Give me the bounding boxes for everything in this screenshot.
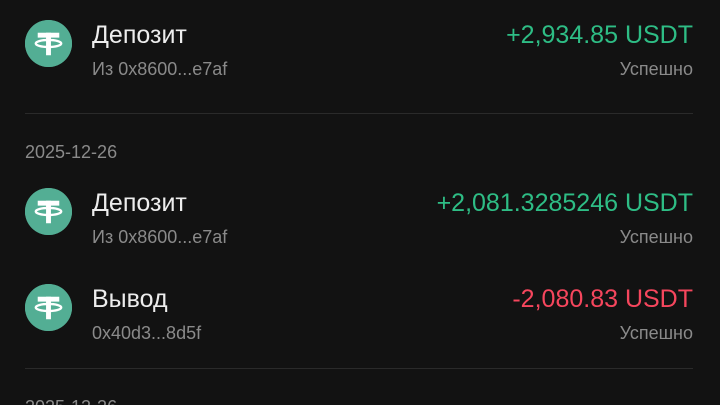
transaction-address: 0x40d3...8d5f <box>92 323 202 343</box>
transaction-address: Из 0x8600...e7af <box>92 59 228 79</box>
usdt-icon <box>25 284 72 331</box>
transaction-row[interactable]: Депозит Из 0x8600...e7af +2,934.85 USDT … <box>0 20 720 100</box>
transaction-amount: +2,934.85 USDT <box>506 21 693 49</box>
date-header: 2025-12-26 <box>25 396 117 405</box>
transaction-amount: -2,080.83 USDT <box>512 285 693 313</box>
section-divider <box>25 368 693 369</box>
transaction-history-screen: Депозит Из 0x8600...e7af +2,934.85 USDT … <box>0 0 720 405</box>
transaction-amount: +2,081.3285246 USDT <box>436 189 693 217</box>
transaction-row[interactable]: Депозит Из 0x8600...e7af +2,081.3285246 … <box>0 188 720 268</box>
transaction-status: Успешно <box>619 323 693 343</box>
usdt-icon <box>25 20 72 67</box>
transaction-row[interactable]: Вывод 0x40d3...8d5f -2,080.83 USDT Успеш… <box>0 284 720 364</box>
transaction-type: Депозит <box>92 189 187 217</box>
transaction-status: Успешно <box>619 59 693 79</box>
transaction-address: Из 0x8600...e7af <box>92 227 228 247</box>
transaction-status: Успешно <box>619 227 693 247</box>
section-divider <box>25 113 693 114</box>
transaction-type: Депозит <box>92 21 187 49</box>
transaction-type: Вывод <box>92 285 168 313</box>
usdt-icon <box>25 188 72 235</box>
date-header: 2025-12-26 <box>25 142 118 162</box>
